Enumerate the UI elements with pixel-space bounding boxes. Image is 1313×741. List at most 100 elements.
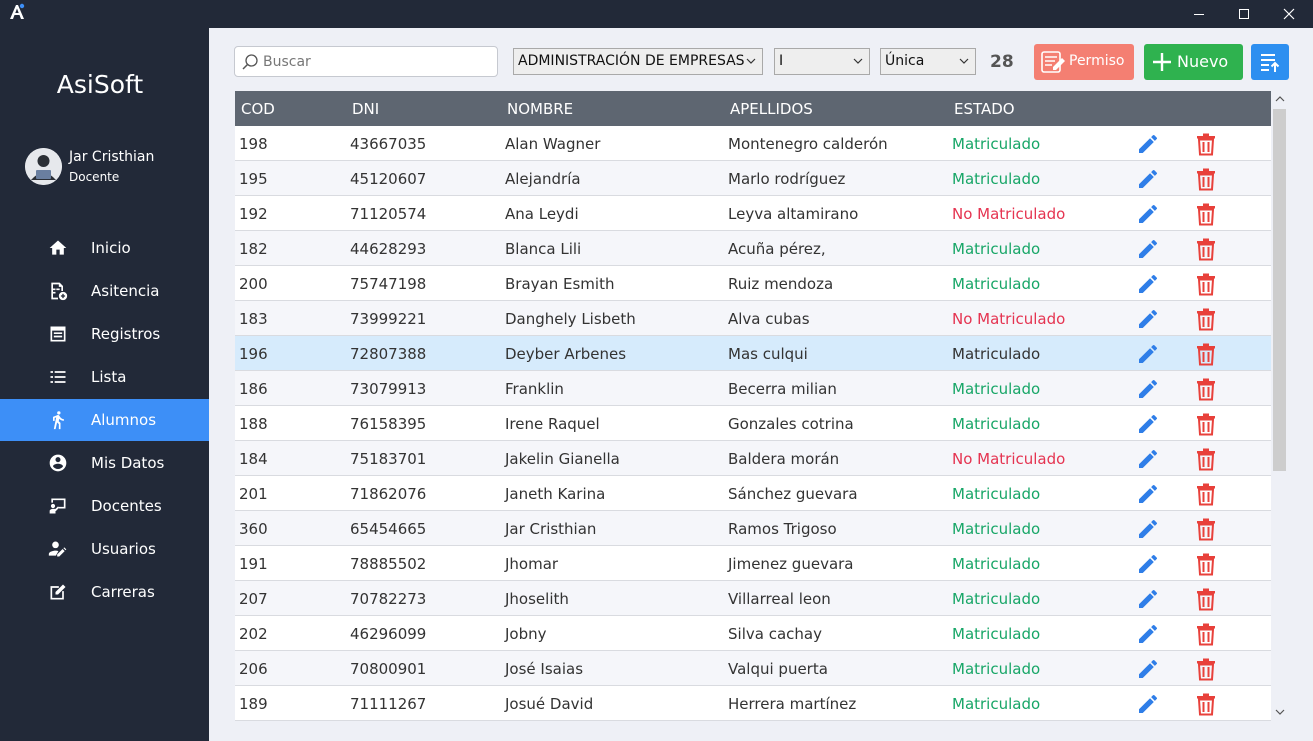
cell-apellidos: Ramos Trigoso bbox=[728, 520, 837, 538]
trash-icon[interactable] bbox=[1195, 167, 1217, 191]
cell-nombre: Jobny bbox=[505, 625, 547, 643]
table-row[interactable]: 189 71111267 Josué David Herrera martínez Ma… bbox=[235, 686, 1271, 721]
scrollbar-thumb[interactable] bbox=[1273, 109, 1286, 471]
close-button[interactable] bbox=[1266, 0, 1312, 28]
cell-estado: No Matriculado bbox=[952, 205, 1066, 223]
table-row[interactable]: 183 73999221 Danghely Lisbeth Alva cubas No … bbox=[235, 301, 1271, 336]
pencil-icon[interactable] bbox=[1136, 307, 1160, 331]
export-button[interactable] bbox=[1251, 44, 1289, 80]
trash-icon[interactable] bbox=[1195, 342, 1217, 366]
sidebar-item-label: Registros bbox=[91, 325, 161, 343]
pencil-icon[interactable] bbox=[1136, 482, 1160, 506]
header-nombre[interactable]: NOMBRE bbox=[507, 100, 573, 118]
header-apellidos[interactable]: APELLIDOS bbox=[730, 100, 813, 118]
table-row[interactable]: 206 70800901 José Isaias Valqui puerta Matri… bbox=[235, 651, 1271, 686]
cell-cod: 182 bbox=[239, 240, 268, 258]
pencil-icon[interactable] bbox=[1136, 377, 1160, 401]
pencil-icon[interactable] bbox=[1136, 657, 1160, 681]
table-row[interactable]: 198 43667035 Alan Wagner Montenegro calderó… bbox=[235, 126, 1271, 161]
header-cod[interactable]: COD bbox=[241, 100, 275, 118]
pencil-icon[interactable] bbox=[1136, 447, 1160, 471]
pencil-icon[interactable] bbox=[1136, 272, 1160, 296]
search-box[interactable] bbox=[234, 46, 498, 77]
header-dni[interactable]: DNI bbox=[352, 100, 379, 118]
sidebar-item-alumnos[interactable]: Alumnos bbox=[0, 399, 209, 441]
trash-icon[interactable] bbox=[1195, 517, 1217, 541]
trash-icon[interactable] bbox=[1195, 622, 1217, 646]
sidebar-item-label: Mis Datos bbox=[91, 454, 165, 472]
sidebar-item-registros[interactable]: Registros bbox=[0, 313, 209, 355]
sidebar-item-inicio[interactable]: Inicio bbox=[0, 227, 209, 269]
table-row[interactable]: 188 76158395 Irene Raquel Gonzales cotrina M… bbox=[235, 406, 1271, 441]
search-icon bbox=[242, 54, 258, 70]
table-row[interactable]: 195 45120607 Alejandría Marlo rodríguez Matr… bbox=[235, 161, 1271, 196]
table-row[interactable]: 182 44628293 Blanca Lili Acuña pérez, Matric… bbox=[235, 231, 1271, 266]
trash-icon[interactable] bbox=[1195, 307, 1217, 331]
pencil-icon[interactable] bbox=[1136, 342, 1160, 366]
table-row[interactable]: 192 71120574 Ana Leydi Leyva altamirano No M… bbox=[235, 196, 1271, 231]
permiso-button[interactable]: Permiso bbox=[1034, 44, 1134, 80]
table-row[interactable]: 360 65454665 Jar Cristhian Ramos Trigoso Mat… bbox=[235, 511, 1271, 546]
trash-icon[interactable] bbox=[1195, 692, 1217, 716]
trash-icon[interactable] bbox=[1195, 132, 1217, 156]
search-input[interactable] bbox=[263, 51, 493, 73]
user-role: Docente bbox=[69, 170, 120, 184]
table-row[interactable]: 200 75747198 Brayan Esmith Ruiz mendoza Matr… bbox=[235, 266, 1271, 301]
home-icon bbox=[47, 237, 69, 259]
pencil-icon[interactable] bbox=[1136, 167, 1160, 191]
pencil-icon[interactable] bbox=[1136, 692, 1160, 716]
cell-apellidos: Becerra milian bbox=[728, 380, 837, 398]
sidebar-item-usuarios[interactable]: Usuarios bbox=[0, 528, 209, 570]
trash-icon[interactable] bbox=[1195, 377, 1217, 401]
user-edit-icon bbox=[47, 538, 69, 560]
cell-apellidos: Acuña pérez, bbox=[728, 240, 826, 258]
header-estado[interactable]: ESTADO bbox=[954, 100, 1015, 118]
sidebar-item-lista[interactable]: Lista bbox=[0, 356, 209, 398]
minimize-button[interactable] bbox=[1176, 0, 1222, 28]
cell-cod: 201 bbox=[239, 485, 268, 503]
trash-icon[interactable] bbox=[1195, 202, 1217, 226]
sidebar-item-asitencia[interactable]: Asitencia bbox=[0, 270, 209, 312]
pencil-icon[interactable] bbox=[1136, 517, 1160, 541]
table-row[interactable]: 184 75183701 Jakelin Gianella Baldera morán… bbox=[235, 441, 1271, 476]
pencil-icon[interactable] bbox=[1136, 412, 1160, 436]
table-row[interactable]: 207 70782273 Jhoselith Villarreal leon Matri… bbox=[235, 581, 1271, 616]
trash-icon[interactable] bbox=[1195, 587, 1217, 611]
table-row[interactable]: 191 78885502 Jhomar Jimenez guevara Matricul… bbox=[235, 546, 1271, 581]
table-row[interactable]: 201 71862076 Janeth Karina Sánchez guevara M… bbox=[235, 476, 1271, 511]
carrera-select[interactable]: ADMINISTRACIÓN DE EMPRESAS bbox=[513, 48, 763, 75]
trash-icon[interactable] bbox=[1195, 272, 1217, 296]
cell-nombre: Ana Leydi bbox=[505, 205, 579, 223]
pencil-icon[interactable] bbox=[1136, 552, 1160, 576]
table-scrollbar[interactable] bbox=[1271, 91, 1288, 721]
trash-icon[interactable] bbox=[1195, 412, 1217, 436]
cell-apellidos: Sánchez guevara bbox=[728, 485, 858, 503]
trash-icon[interactable] bbox=[1195, 237, 1217, 261]
cell-cod: 183 bbox=[239, 310, 268, 328]
cell-estado: Matriculado bbox=[952, 170, 1041, 188]
sidebar-item-carreras[interactable]: Carreras bbox=[0, 571, 209, 613]
table-row[interactable]: 202 46296099 Jobny Silva cachay Matriculado bbox=[235, 616, 1271, 651]
brand-title: AsiSoft bbox=[56, 70, 144, 99]
cell-dni: 71111267 bbox=[350, 695, 427, 713]
trash-icon[interactable] bbox=[1195, 552, 1217, 576]
scroll-down-icon[interactable] bbox=[1275, 708, 1285, 716]
pencil-icon[interactable] bbox=[1136, 622, 1160, 646]
pencil-icon[interactable] bbox=[1136, 237, 1160, 261]
sidebar-item-mis-datos[interactable]: Mis Datos bbox=[0, 442, 209, 484]
pencil-icon[interactable] bbox=[1136, 202, 1160, 226]
table-row[interactable]: 186 73079913 Franklin Becerra milian Matricu… bbox=[235, 371, 1271, 406]
table-row[interactable]: 196 72807388 Deyber Arbenes Mas culqui Matri… bbox=[235, 336, 1271, 371]
pencil-icon[interactable] bbox=[1136, 132, 1160, 156]
trash-icon[interactable] bbox=[1195, 447, 1217, 471]
nuevo-button[interactable]: Nuevo bbox=[1144, 44, 1243, 80]
scroll-up-icon[interactable] bbox=[1275, 95, 1285, 103]
maximize-button[interactable] bbox=[1221, 0, 1267, 28]
ciclo-select[interactable]: I bbox=[774, 48, 870, 75]
pencil-icon[interactable] bbox=[1136, 587, 1160, 611]
sidebar-item-docentes[interactable]: Docentes bbox=[0, 485, 209, 527]
trash-icon[interactable] bbox=[1195, 482, 1217, 506]
seccion-select[interactable]: Única bbox=[880, 48, 976, 75]
trash-icon[interactable] bbox=[1195, 657, 1217, 681]
permiso-button-label: Permiso bbox=[1069, 53, 1125, 69]
